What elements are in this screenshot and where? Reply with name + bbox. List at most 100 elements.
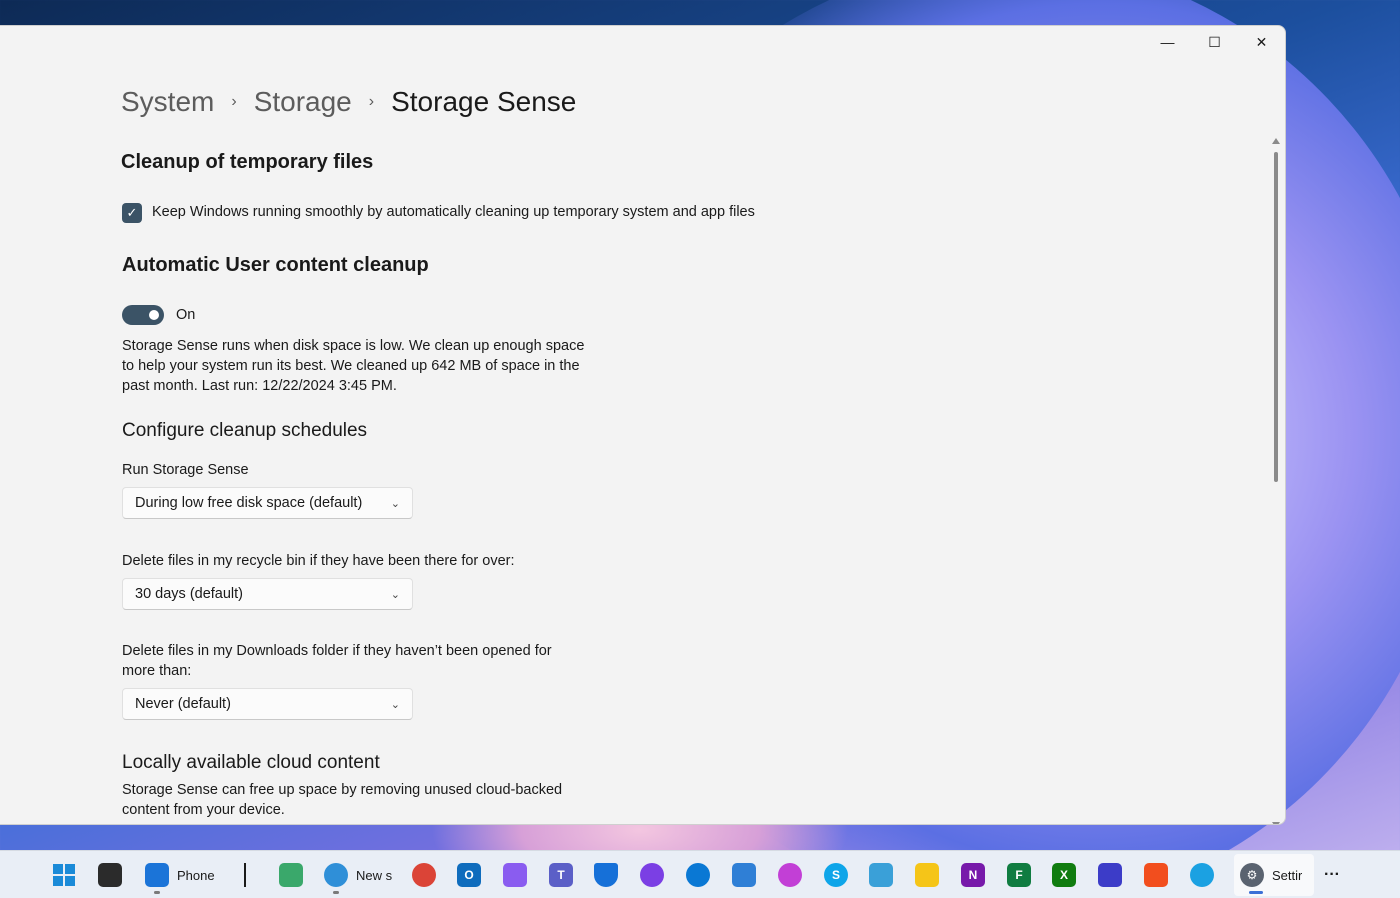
taskbar-outlook[interactable]: O (457, 861, 481, 889)
start-button[interactable] (52, 861, 76, 889)
running-indicator (333, 891, 339, 894)
scroll-down-arrow-icon[interactable] (1272, 822, 1280, 824)
chat-icon (640, 863, 664, 887)
taskbar-sticky-notes[interactable] (915, 861, 939, 889)
taskbar-figma[interactable] (1144, 861, 1168, 889)
taskbar-messaging[interactable] (640, 861, 664, 889)
toggle-knob (149, 310, 159, 320)
breadcrumb-system[interactable]: System (121, 86, 214, 118)
close-button[interactable]: ✕ (1238, 26, 1285, 58)
chevron-down-icon: ⌄ (390, 497, 400, 510)
run-storage-sense-dropdown[interactable]: During low free disk space (default) ⌄ (122, 487, 413, 519)
news-icon (324, 863, 348, 887)
dropdown-value: 30 days (default) (135, 586, 244, 602)
taskbar-overflow-button[interactable]: ··· (1324, 861, 1340, 889)
description-line: Storage Sense runs when disk space is lo… (122, 338, 585, 354)
taskbar-copilot[interactable] (503, 861, 527, 889)
chevron-down-icon: ⌄ (390, 698, 400, 711)
figma-icon (1144, 863, 1168, 887)
chevron-down-icon: ⌄ (390, 588, 400, 601)
temp-files-checkbox-label[interactable]: Keep Windows running smoothly by automat… (152, 202, 755, 222)
widgets-icon (279, 863, 303, 887)
run-storage-sense-label: Run Storage Sense (122, 462, 249, 478)
onenote-icon: N (961, 863, 985, 887)
dropdown-value: Never (default) (135, 696, 231, 712)
chevron-right-icon: › (368, 93, 375, 110)
cloud-icon (686, 863, 710, 887)
gear-icon: ⚙ (1240, 863, 1264, 887)
taskbar-app-blue[interactable] (1190, 861, 1214, 889)
taskbar-teams[interactable]: T (549, 861, 573, 889)
visual-studio-icon (1098, 863, 1122, 887)
downloads-dropdown[interactable]: Never (default) ⌄ (122, 688, 413, 720)
settings-window: — ☐ ✕ System › Storage › Storage Sense C… (0, 25, 1286, 825)
maximize-button[interactable]: ☐ (1191, 26, 1238, 58)
description-line: past month. Last run: 12/22/2024 3:45 PM… (122, 378, 397, 394)
taskbar-chrome[interactable] (412, 861, 436, 889)
xbox-icon: X (1052, 863, 1076, 887)
skype-icon: S (824, 863, 848, 887)
photos-icon (732, 863, 756, 887)
app-icon (1190, 863, 1214, 887)
scrollbar-thumb[interactable] (1274, 152, 1278, 482)
taskbar-settings[interactable]: ⚙ Settir (1240, 861, 1306, 889)
cloud-content-description: Storage Sense can free up space by remov… (122, 780, 562, 820)
recycle-bin-label: Delete files in my recycle bin if they h… (122, 553, 515, 569)
task-view-button[interactable] (98, 861, 122, 889)
taskbar-defender[interactable] (594, 861, 618, 889)
taskbar: Phone New s O T S N F X ⚙ Settir ··· (0, 850, 1400, 898)
taskbar-skype[interactable]: S (824, 861, 848, 889)
taskbar-phone-link[interactable]: Phone (145, 861, 215, 889)
checkmark-icon: ✓ (126, 205, 138, 220)
family-icon: F (1007, 863, 1031, 887)
schedules-heading: Configure cleanup schedules (122, 420, 368, 441)
auto-cleanup-description: Storage Sense runs when disk space is lo… (122, 336, 584, 396)
vertical-scrollbar[interactable] (1272, 138, 1280, 824)
notepad-icon (869, 863, 893, 887)
page-title: Storage Sense (391, 86, 577, 117)
taskbar-notepad[interactable] (869, 861, 893, 889)
window-controls: — ☐ ✕ (1144, 26, 1285, 58)
description-line: Storage Sense can free up space by remov… (122, 782, 563, 798)
dropdown-value: During low free disk space (default) (135, 495, 363, 511)
copilot-icon (503, 863, 527, 887)
description-line: content from your device. (122, 802, 285, 818)
label-line: Delete files in my Downloads folder if t… (122, 643, 552, 659)
recycle-bin-dropdown[interactable]: 30 days (default) ⌄ (122, 578, 413, 610)
chrome-icon (412, 863, 436, 887)
running-indicator (154, 891, 160, 894)
shield-icon (594, 863, 618, 887)
auto-cleanup-heading: Automatic User content cleanup (122, 254, 429, 276)
taskbar-separator (244, 863, 246, 887)
clipchamp-icon (778, 863, 802, 887)
task-view-icon (98, 863, 122, 887)
minimize-button[interactable]: — (1144, 26, 1191, 58)
taskbar-family[interactable]: F (1007, 861, 1031, 889)
chevron-right-icon: › (231, 93, 237, 110)
taskbar-app-label: New s (356, 867, 393, 883)
active-indicator (1249, 891, 1263, 894)
temp-files-heading: Cleanup of temporary files (121, 151, 374, 173)
phone-link-icon (145, 863, 169, 887)
downloads-label: Delete files in my Downloads folder if t… (122, 641, 552, 681)
auto-cleanup-toggle[interactable] (122, 305, 164, 325)
taskbar-visual-studio[interactable] (1098, 861, 1122, 889)
temp-files-checkbox[interactable]: ✓ (122, 203, 142, 223)
taskbar-xbox[interactable]: X (1052, 861, 1076, 889)
taskbar-clipchamp[interactable] (778, 861, 802, 889)
label-line: more than: (122, 663, 192, 679)
taskbar-widgets[interactable] (279, 861, 303, 889)
taskbar-onenote[interactable]: N (961, 861, 985, 889)
toggle-state-label: On (176, 307, 196, 323)
taskbar-news[interactable]: New s (324, 861, 394, 889)
taskbar-app-label: Phone (177, 867, 215, 883)
taskbar-photos[interactable] (732, 861, 756, 889)
description-line: to help your system run its best. We cle… (122, 358, 580, 374)
windows-logo-icon (53, 864, 75, 886)
taskbar-app-label: Settir (1272, 867, 1303, 883)
breadcrumb-storage[interactable]: Storage (254, 86, 352, 118)
scroll-up-arrow-icon[interactable] (1272, 138, 1280, 144)
teams-icon: T (549, 863, 573, 887)
sticky-notes-icon (915, 863, 939, 887)
taskbar-onedrive[interactable] (686, 861, 710, 889)
